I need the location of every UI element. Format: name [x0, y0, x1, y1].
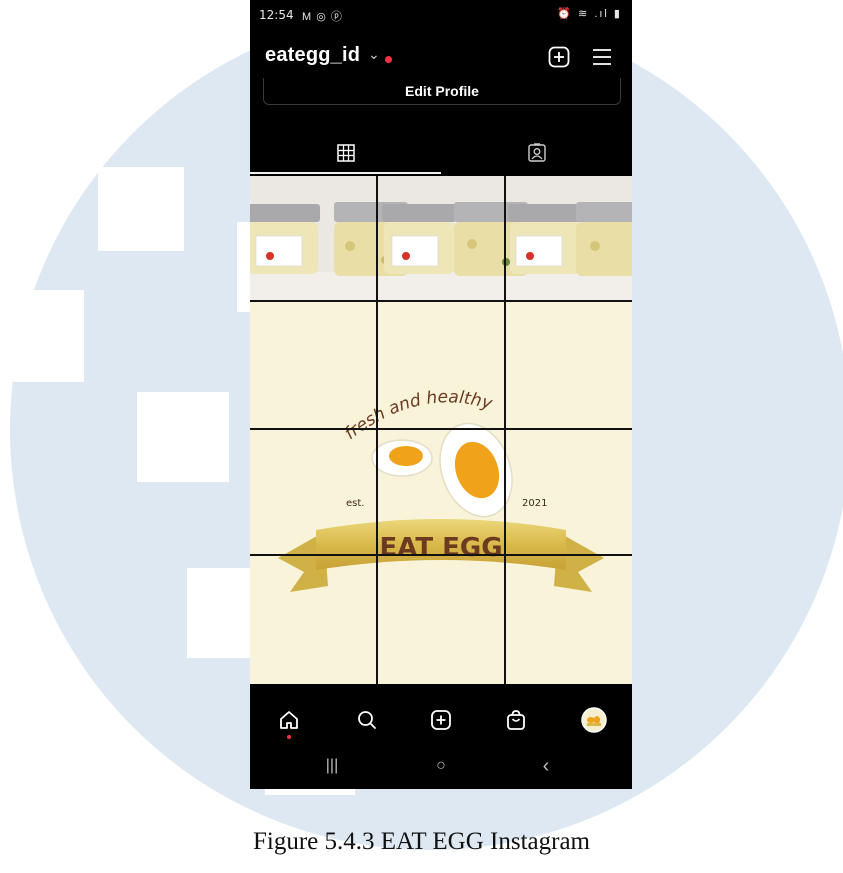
logo-est-label: est. — [346, 498, 364, 509]
watermark-square — [137, 392, 229, 482]
profile-tabs — [250, 134, 632, 176]
watermark-square — [187, 568, 250, 658]
recents-button[interactable]: ||| — [312, 754, 352, 778]
watermark-square — [98, 167, 184, 251]
android-home-button[interactable]: ○ — [421, 754, 461, 778]
nav-shop[interactable] — [500, 704, 532, 736]
plus-square-icon — [431, 710, 451, 730]
home-icon — [280, 711, 298, 729]
back-button[interactable]: ‹ — [526, 754, 566, 778]
eat-egg-logo: fresh and healthy est. 2021 EAT EGG — [278, 387, 604, 592]
tab-posts[interactable] — [250, 134, 441, 172]
grid-divider — [250, 300, 632, 302]
edit-profile-button[interactable]: Edit Profile — [263, 78, 621, 105]
grid-icon — [336, 144, 355, 162]
watermark-square — [265, 789, 355, 795]
plus-square-icon[interactable] — [548, 46, 570, 68]
notification-icons: M ◎ ⓟ — [302, 11, 343, 23]
active-tab-indicator — [250, 172, 441, 174]
logo-year: 2021 — [522, 498, 547, 509]
logo-brand: EAT EGG — [379, 533, 502, 563]
avatar — [581, 707, 607, 733]
post-grid: fresh and healthy est. 2021 EAT EGG — [250, 176, 632, 684]
shop-bag-icon — [507, 710, 525, 730]
jar-image — [250, 204, 320, 274]
menu-icon[interactable] — [590, 46, 614, 68]
watermark-square — [0, 290, 84, 382]
username[interactable]: eategg_id — [265, 44, 360, 67]
notification-dot — [385, 56, 392, 63]
grid-divider — [250, 428, 632, 430]
nav-home[interactable] — [273, 704, 305, 736]
grid-divider — [376, 176, 378, 684]
figure-caption: Figure 5.4.3 EAT EGG Instagram — [253, 828, 590, 855]
chevron-down-icon[interactable]: ⌄ — [368, 46, 380, 63]
nav-create[interactable] — [425, 704, 457, 736]
nav-search[interactable] — [351, 704, 383, 736]
nav-profile[interactable] — [578, 704, 610, 736]
grid-divider — [250, 554, 632, 556]
jar-photos-image — [250, 176, 632, 300]
tab-tagged[interactable] — [441, 134, 632, 172]
status-bar: 12:54 M ◎ ⓟ ⏰ ≋ .ıl ▮ — [250, 0, 632, 34]
profile-header: eategg_id ⌄ — [250, 34, 632, 82]
egg-illustration — [371, 422, 513, 518]
system-icons: ⏰ ≋ .ıl ▮ — [557, 8, 622, 20]
bottom-nav: ||| ○ ‹ — [250, 684, 632, 789]
watermark-square — [237, 222, 250, 312]
search-icon — [358, 711, 376, 729]
grid-divider — [504, 176, 506, 684]
jar-image — [382, 204, 456, 274]
tagged-icon — [527, 143, 546, 162]
home-notification-dot — [287, 735, 291, 739]
jar-image — [508, 204, 582, 274]
phone-screen: 12:54 M ◎ ⓟ ⏰ ≋ .ıl ▮ eategg_id ⌄ Edit P… — [250, 0, 632, 789]
jar-photos-row[interactable] — [250, 176, 632, 300]
status-time: 12:54 — [259, 8, 294, 22]
eat-egg-logo-posts[interactable]: fresh and healthy est. 2021 EAT EGG — [250, 300, 632, 684]
jar-image — [576, 202, 632, 276]
